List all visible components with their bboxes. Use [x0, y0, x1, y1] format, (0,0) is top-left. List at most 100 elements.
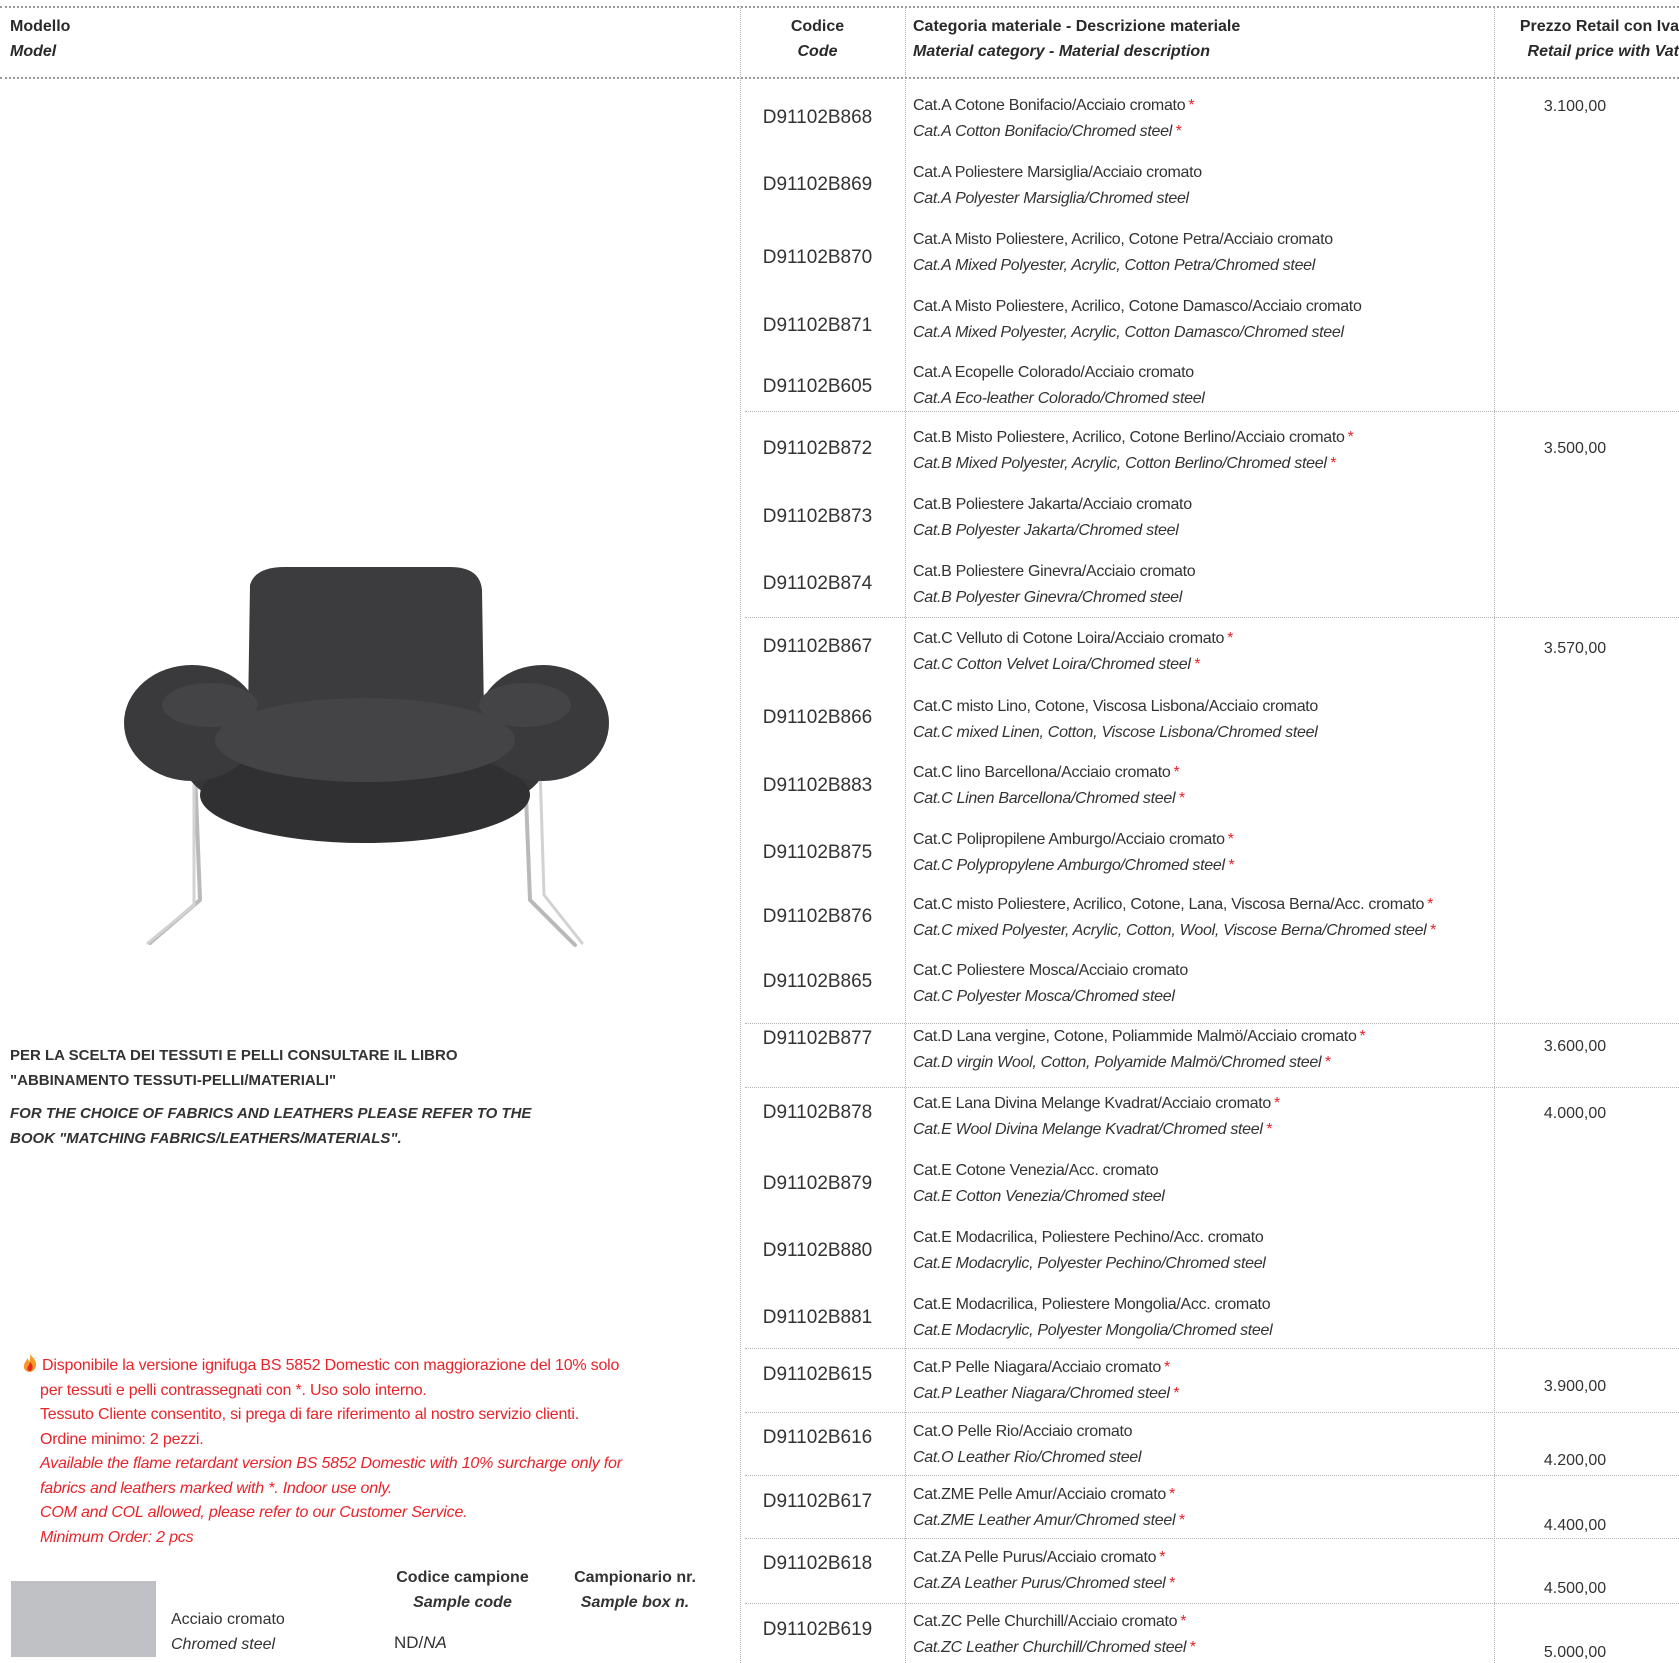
product-code: D91102B872 — [762, 438, 873, 459]
material-description-it: Cat.A Misto Poliestere, Acrilico, Cotone… — [913, 231, 1333, 248]
material-description-it: Cat.C misto Lino, Cotone, Viscosa Lisbon… — [913, 698, 1319, 715]
fabric-note-en: FOR THE CHOICE OF FABRICS AND LEATHERS P… — [10, 1101, 531, 1151]
product-code: D91102B878 — [762, 1102, 873, 1123]
retail-price: 3.100,00 — [1543, 98, 1607, 115]
header-code-it: Codice — [790, 18, 845, 35]
sample-code-header-it: Codice campione — [396, 1569, 529, 1586]
material-description-en: Cat.C Cotton Velvet Loira/Chromed steel * — [913, 656, 1200, 673]
flame-retardant-asterisk: * — [1227, 831, 1234, 848]
material-description: Cat.ZME Pelle Amur/Acciaio cromato * Cat.Z… — [913, 1482, 1493, 1534]
sample-box-header-it: Campionario nr. — [574, 1569, 696, 1586]
header-material: Categoria materiale - Descrizione materi… — [913, 14, 1240, 64]
product-code: D91102B873 — [762, 506, 873, 527]
retail-price: 3.500,00 — [1543, 440, 1607, 457]
material-description: Cat.O Pelle Rio/Acciaio cromato Cat.O Lea… — [913, 1419, 1493, 1471]
header-model-it: Modello — [10, 18, 71, 35]
flame-retardant-note: Disponibile la versione ignifuga BS 5852… — [20, 1353, 622, 1550]
product-code: D91102B867 — [762, 636, 873, 657]
product-code: D91102B616 — [762, 1427, 873, 1448]
material-description-it: Cat.C Poliestere Mosca/Acciaio cromato — [913, 962, 1188, 979]
header-price-en: Retail price with Vat — [1527, 43, 1679, 60]
flame-retardant-asterisk: * — [1273, 1095, 1280, 1112]
sample-code-header: Codice campione Sample code — [380, 1565, 545, 1615]
material-description-it: Cat.B Poliestere Jakarta/Acciaio cromato — [913, 496, 1192, 513]
material-description-en: Cat.B Polyester Jakarta/Chromed steel — [913, 522, 1179, 539]
material-description-it: Cat.O Pelle Rio/Acciaio cromato — [913, 1423, 1133, 1440]
flame-retardant-asterisk: * — [1172, 1385, 1179, 1402]
row-group-separator — [745, 1348, 1679, 1349]
flame-retardant-asterisk: * — [1347, 429, 1354, 446]
material-description: Cat.A Misto Poliestere, Acrilico, Cotone… — [913, 294, 1493, 346]
material-description: Cat.C Polipropilene Amburgo/Acciaio crom… — [913, 827, 1493, 879]
flame-retardant-asterisk: * — [1188, 97, 1195, 114]
material-description: Cat.A Misto Poliestere, Acrilico, Cotone… — [913, 227, 1493, 279]
column-divider-code — [905, 6, 906, 1663]
swatch-label-en: Chromed steel — [171, 1636, 276, 1653]
material-description-en: Cat.C Polypropylene Amburgo/Chromed stee… — [913, 857, 1234, 874]
header-material-en: Material category - Material description — [913, 43, 1210, 60]
swatch-label: Acciaio cromato Chromed steel — [171, 1607, 285, 1657]
product-code: D91102B869 — [762, 174, 873, 195]
material-description-it: Cat.ZC Pelle Churchill/Acciaio cromato * — [913, 1613, 1187, 1630]
material-description-en: Cat.A Polyester Marsiglia/Chromed steel — [913, 190, 1189, 207]
product-code: D91102B877 — [762, 1028, 873, 1049]
flame-retardant-asterisk: * — [1227, 857, 1234, 874]
row-group-separator — [745, 1538, 1679, 1539]
product-code: D91102B875 — [762, 842, 873, 863]
flame-note-it-1: Disponibile la versione ignifuga BS 5852… — [42, 1357, 620, 1374]
material-description-it: Cat.A Poliestere Marsiglia/Acciaio croma… — [913, 164, 1202, 181]
material-description: Cat.A Poliestere Marsiglia/Acciaio croma… — [913, 160, 1493, 212]
flame-retardant-asterisk: * — [1189, 1639, 1196, 1656]
product-code: D91102B883 — [762, 775, 873, 796]
material-description: Cat.A Cotone Bonifacio/Acciaio cromato * C… — [913, 93, 1493, 145]
flame-retardant-asterisk: * — [1324, 1054, 1331, 1071]
flame-retardant-asterisk: * — [1174, 123, 1181, 140]
row-group-separator — [745, 1603, 1679, 1604]
material-description-en: Cat.ZA Leather Purus/Chromed steel * — [913, 1575, 1175, 1592]
material-description: Cat.B Poliestere Jakarta/Acciaio cromato… — [913, 492, 1493, 544]
sample-code-value-en: NA — [423, 1633, 447, 1652]
fabric-note-en-2: BOOK "MATCHING FABRICS/LEATHERS/MATERIAL… — [10, 1130, 402, 1147]
material-description-en: Cat.A Cotton Bonifacio/Chromed steel * — [913, 123, 1181, 140]
retail-price: 5.000,00 — [1543, 1644, 1607, 1661]
material-description-en: Cat.ZC Leather Churchill/Chromed steel * — [913, 1639, 1196, 1656]
sample-box-header-en: Sample box n. — [580, 1594, 690, 1611]
material-description-en: Cat.B Polyester Ginevra/Chromed steel — [913, 589, 1183, 606]
product-code: D91102B605 — [762, 376, 873, 397]
fabric-note-it-1: PER LA SCELTA DEI TESSUTI E PELLI CONSUL… — [10, 1047, 458, 1064]
material-description: Cat.B Misto Poliestere, Acrilico, Cotone… — [913, 425, 1493, 477]
sample-code-value-it: ND/ — [394, 1633, 424, 1652]
header-bottom-rule — [0, 77, 1679, 79]
product-code: D91102B866 — [762, 707, 873, 728]
material-description-it: Cat.B Misto Poliestere, Acrilico, Cotone… — [913, 429, 1354, 446]
product-code: D91102B868 — [762, 107, 873, 128]
material-description-it: Cat.C Polipropilene Amburgo/Acciaio crom… — [913, 831, 1234, 848]
material-description: Cat.P Pelle Niagara/Acciaio cromato * Cat.… — [913, 1355, 1493, 1407]
product-code: D91102B618 — [762, 1553, 873, 1574]
sample-box-header: Campionario nr. Sample box n. — [560, 1565, 710, 1615]
header-top-rule — [0, 6, 1679, 8]
flame-note-en-3: COM and COL allowed, please refer to our… — [40, 1504, 468, 1521]
header-material-it: Categoria materiale - Descrizione materi… — [913, 18, 1241, 35]
material-description-it: Cat.C misto Poliestere, Acrilico, Cotone… — [913, 896, 1434, 913]
material-description: Cat.E Cotone Venezia/Acc. cromato Cat.E C… — [913, 1158, 1493, 1210]
material-description-it: Cat.E Modacrilica, Poliestere Pechino/Ac… — [913, 1229, 1264, 1246]
flame-retardant-asterisk: * — [1178, 1512, 1185, 1529]
swatch-label-it: Acciaio cromato — [171, 1611, 285, 1628]
flame-note-it-2: per tessuti e pelli contrassegnati con *… — [40, 1381, 427, 1399]
column-divider-left — [740, 6, 741, 1663]
flame-retardant-asterisk: * — [1329, 455, 1336, 472]
product-code: D91102B865 — [762, 971, 873, 992]
material-description: Cat.B Poliestere Ginevra/Acciaio cromato… — [913, 559, 1493, 611]
flame-note-en-1: Available the flame retardant version BS… — [40, 1455, 622, 1472]
material-description-en: Cat.D virgin Wool, Cotton, Polyamide Mal… — [913, 1054, 1331, 1071]
product-code: D91102B879 — [762, 1173, 873, 1194]
material-description: Cat.C Velluto di Cotone Loira/Acciaio cr… — [913, 626, 1493, 678]
material-description: Cat.C misto Lino, Cotone, Viscosa Lisbon… — [913, 694, 1493, 746]
material-description: Cat.E Modacrilica, Poliestere Pechino/Ac… — [913, 1225, 1493, 1277]
product-code: D91102B876 — [762, 906, 873, 927]
flame-retardant-asterisk: * — [1227, 630, 1234, 647]
fabric-note-it-2: "ABBINAMENTO TESSUTI-PELLI/MATERIALI" — [10, 1072, 337, 1089]
material-swatch — [11, 1581, 156, 1657]
header-price: Prezzo Retail con Iva Retail price with … — [1492, 14, 1679, 64]
